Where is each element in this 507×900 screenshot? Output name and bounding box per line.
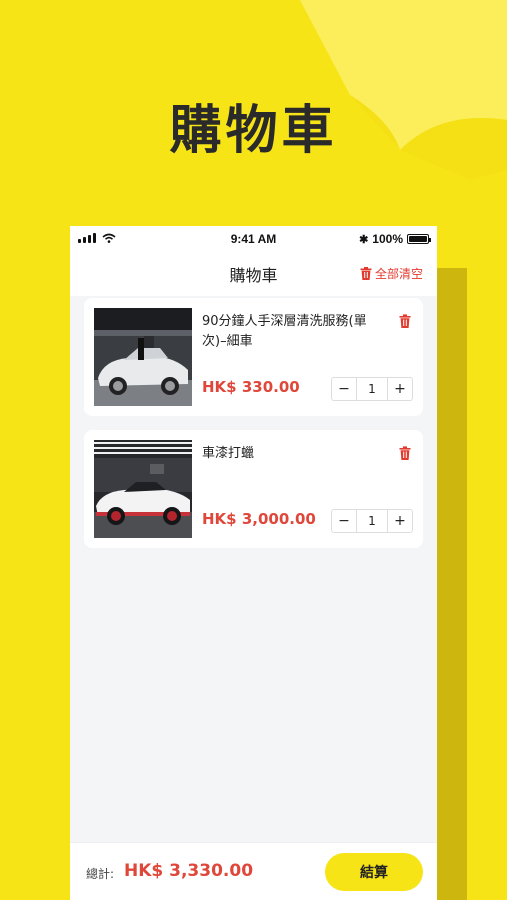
decrease-button[interactable]: − <box>332 378 356 400</box>
total-label: 總計: <box>86 867 115 881</box>
cart-item: 車漆打蠟 HK$ 3,000.00 − 1 + <box>84 430 423 548</box>
delete-item-icon[interactable] <box>399 446 411 460</box>
increase-button[interactable]: + <box>388 378 412 400</box>
cart-list: 90分鐘人手深層清洗服務(單次)–細車 HK$ 330.00 − 1 + 車漆打… <box>70 298 437 548</box>
decrease-button[interactable]: − <box>332 510 356 532</box>
clear-all-button[interactable]: 全部清空 <box>360 265 423 282</box>
phone-screen: 9:41 AM ✱ 100% 購物車 全部清空 90分鐘人手深層清洗服務(單次)… <box>70 226 437 900</box>
quantity-value[interactable]: 1 <box>356 378 388 400</box>
checkout-bar: 總計: HK$ 3,330.00 結算 <box>70 842 437 900</box>
increase-button[interactable]: + <box>388 510 412 532</box>
delete-item-icon[interactable] <box>399 314 411 328</box>
product-image <box>94 308 192 406</box>
product-title: 車漆打蠟 <box>202 446 255 461</box>
status-bar: 9:41 AM ✱ 100% <box>70 226 437 252</box>
product-price: HK$ 3,000.00 <box>202 510 316 528</box>
trash-icon <box>360 267 372 280</box>
clear-all-label: 全部清空 <box>374 267 423 281</box>
checkout-button[interactable]: 結算 <box>325 853 423 891</box>
product-title: 90分鐘人手深層清洗服務(單次)–細車 <box>202 314 367 349</box>
phone-shadow <box>437 268 467 900</box>
quantity-value[interactable]: 1 <box>356 510 388 532</box>
nav-bar: 購物車 全部清空 <box>70 252 437 296</box>
quantity-stepper: − 1 + <box>331 509 413 533</box>
battery-percent: 100% <box>372 232 403 246</box>
total-value: HK$ 3,330.00 <box>124 861 254 881</box>
hero-title: 購物車 <box>169 101 338 161</box>
cart-item: 90分鐘人手深層清洗服務(單次)–細車 HK$ 330.00 − 1 + <box>84 298 423 416</box>
bluetooth-icon: ✱ <box>359 233 369 246</box>
quantity-stepper: − 1 + <box>331 377 413 401</box>
battery-icon <box>407 234 431 244</box>
product-price: HK$ 330.00 <box>202 378 300 396</box>
product-image <box>94 440 192 538</box>
